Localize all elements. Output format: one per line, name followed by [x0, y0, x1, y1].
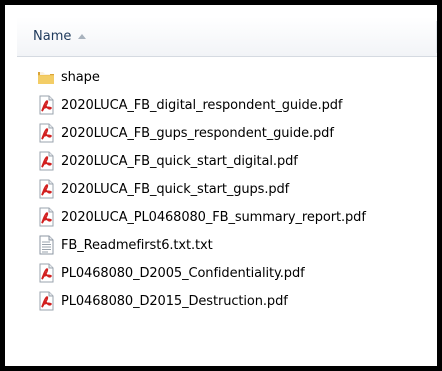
- file-row-text[interactable]: FB_Readmefirst6.txt.txt: [5, 231, 437, 259]
- file-name: PL0468080_D2005_Confidentiality.pdf: [61, 265, 305, 281]
- file-name: shape: [61, 69, 100, 85]
- file-row-pdf[interactable]: PL0468080_D2015_Destruction.pdf: [5, 287, 437, 315]
- file-row-folder-shape[interactable]: shape: [5, 63, 437, 91]
- pdf-file-icon: [36, 151, 56, 171]
- text-file-icon: [36, 235, 56, 255]
- file-name: 2020LUCA_FB_quick_start_digital.pdf: [61, 153, 298, 169]
- pdf-file-icon: [36, 263, 56, 283]
- pdf-file-icon: [36, 123, 56, 143]
- file-name: 2020LUCA_FB_gups_respondent_guide.pdf: [61, 125, 334, 141]
- file-row-pdf[interactable]: PL0468080_D2005_Confidentiality.pdf: [5, 259, 437, 287]
- file-name: PL0468080_D2015_Destruction.pdf: [61, 293, 288, 309]
- pdf-file-icon: [36, 207, 56, 227]
- file-row-pdf[interactable]: 2020LUCA_FB_quick_start_digital.pdf: [5, 147, 437, 175]
- file-name: FB_Readmefirst6.txt.txt: [61, 237, 213, 253]
- folder-icon: [36, 67, 56, 87]
- file-list: shape 2020LUCA_FB_digital_respondent_gui…: [5, 63, 437, 315]
- file-name: 2020LUCA_PL0468080_FB_summary_report.pdf: [61, 209, 366, 225]
- pdf-file-icon: [36, 291, 56, 311]
- pdf-file-icon: [36, 179, 56, 199]
- file-row-pdf[interactable]: 2020LUCA_PL0468080_FB_summary_report.pdf: [5, 203, 437, 231]
- file-name: 2020LUCA_FB_quick_start_gups.pdf: [61, 181, 290, 197]
- name-column-header[interactable]: Name: [17, 17, 437, 57]
- file-row-pdf[interactable]: 2020LUCA_FB_digital_respondent_guide.pdf: [5, 91, 437, 119]
- file-row-pdf[interactable]: 2020LUCA_FB_quick_start_gups.pdf: [5, 175, 437, 203]
- file-explorer-pane: Name shape 2020LUCA_FB_digital_responden…: [5, 5, 437, 366]
- file-row-pdf[interactable]: 2020LUCA_FB_gups_respondent_guide.pdf: [5, 119, 437, 147]
- name-column-label: Name: [33, 29, 72, 44]
- sort-ascending-icon: [78, 34, 87, 39]
- column-divider[interactable]: [436, 21, 437, 53]
- file-name: 2020LUCA_FB_digital_respondent_guide.pdf: [61, 97, 343, 113]
- pdf-file-icon: [36, 95, 56, 115]
